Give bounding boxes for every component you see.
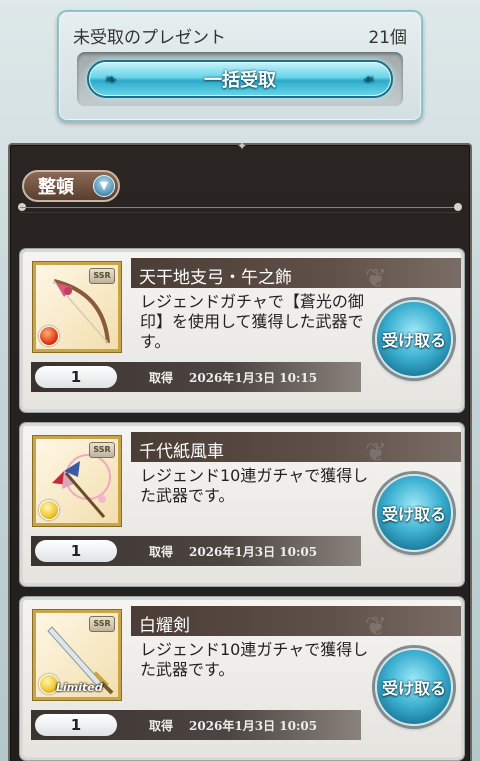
- rarity-badge: SSR: [89, 268, 115, 284]
- bulk-button-well: ❧ 一括受取 ❧: [77, 52, 403, 106]
- quantity-badge: 1: [35, 540, 117, 562]
- acquired-label: 取得: [149, 371, 174, 385]
- flourish-left-icon: ❧: [105, 72, 117, 88]
- receive-label: 受け取る: [381, 505, 446, 524]
- ornament-icon: ✦: [236, 139, 248, 153]
- receive-button[interactable]: 受け取る: [375, 300, 453, 378]
- item-name-bar: 白耀剣 ❦: [131, 606, 461, 642]
- item-description: レジェンドガチャで【蒼光の御印】を使用して獲得した武器です。: [140, 292, 364, 351]
- quantity-badge: 1: [35, 366, 117, 388]
- decorative-swirl-icon: ❦: [365, 612, 387, 642]
- item-footer: 1 取得 2026年1月3日 10:05: [31, 710, 361, 740]
- rarity-badge: SSR: [89, 616, 115, 632]
- item-name-bar: 千代紙風車 ❦: [131, 432, 461, 468]
- decorative-swirl-icon: ❦: [365, 264, 387, 294]
- acquired-date: 2026年1月3日 10:15: [189, 371, 318, 385]
- weapon-thumbnail[interactable]: SSR: [33, 436, 121, 526]
- present-box-title: 未受取のプレゼント: [73, 28, 226, 48]
- acquired-label: 取得: [149, 719, 174, 733]
- gift-card: SSR 千代紙風車 ❦ レジェンド10連ガチャで獲得した武器です。 1 取得 2…: [20, 423, 464, 586]
- unreceived-presents-box: 未受取のプレゼント 21個 ❧ 一括受取 ❧: [57, 10, 423, 122]
- quantity-badge: 1: [35, 714, 117, 736]
- weapon-thumbnail[interactable]: SSR: [33, 262, 121, 352]
- receive-button[interactable]: 受け取る: [375, 474, 453, 552]
- gift-card: SSR Limited 白耀剣 ❦ レジェンド10連ガチャで獲得した武器です。 …: [20, 597, 464, 760]
- item-footer: 1 取得 2026年1月3日 10:15: [31, 362, 361, 392]
- chevron-down-icon: ▼: [93, 175, 115, 197]
- acquired-label: 取得: [149, 545, 174, 559]
- receive-button[interactable]: 受け取る: [375, 648, 453, 726]
- section-divider: [20, 207, 460, 213]
- item-name: 白耀剣: [139, 616, 190, 636]
- item-description: レジェンド10連ガチャで獲得した武器です。: [140, 466, 369, 505]
- light-element-icon: [39, 500, 59, 520]
- item-description: レジェンド10連ガチャで獲得した武器です。: [140, 640, 369, 679]
- sort-button[interactable]: 整頓 ▼: [22, 170, 120, 202]
- bulk-receive-label: 一括受取: [204, 70, 276, 91]
- gift-card: SSR 天干地支弓・午之飾 ❦ レジェンドガチャで【蒼光の御印】を使用して獲得し…: [20, 249, 464, 412]
- bulk-receive-button[interactable]: ❧ 一括受取 ❧: [87, 60, 393, 98]
- fire-element-icon: [39, 326, 59, 346]
- acquired-date: 2026年1月3日 10:05: [189, 545, 318, 559]
- item-name: 千代紙風車: [139, 442, 224, 462]
- item-footer: 1 取得 2026年1月3日 10:05: [31, 536, 361, 566]
- gift-list-panel: ✦ 整頓 ▼ SSR 天干地支弓・午之飾 ❦ レジェンドガチャで【蒼光の御印】を…: [8, 139, 472, 761]
- weapon-thumbnail[interactable]: SSR Limited: [33, 610, 121, 700]
- divider-knob-right: [454, 203, 462, 211]
- rarity-badge: SSR: [89, 442, 115, 458]
- limited-tag: Limited: [56, 681, 103, 694]
- item-name: 天干地支弓・午之飾: [139, 268, 292, 288]
- receive-label: 受け取る: [381, 331, 446, 350]
- flourish-right-icon: ❧: [363, 72, 375, 88]
- receive-label: 受け取る: [381, 679, 446, 698]
- acquired-date: 2026年1月3日 10:05: [189, 719, 318, 733]
- sort-label: 整頓: [38, 177, 74, 198]
- item-name-bar: 天干地支弓・午之飾 ❦: [131, 258, 461, 294]
- decorative-swirl-icon: ❦: [365, 438, 387, 468]
- present-count: 21個: [368, 28, 407, 48]
